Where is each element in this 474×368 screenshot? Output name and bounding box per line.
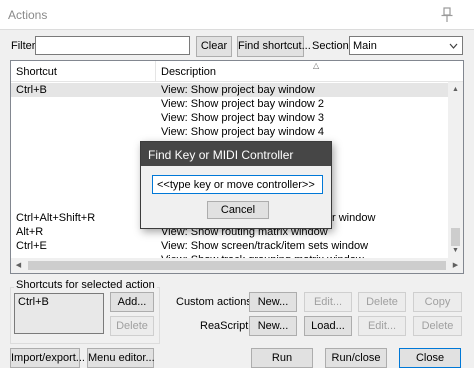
reascript-edit-button[interactable]: Edit... [358,316,406,336]
sort-ascending-icon: △ [313,61,320,70]
list-header: Shortcut Description △ [11,61,463,82]
section-label: Section: [312,40,352,52]
add-shortcut-button[interactable]: Add... [110,292,154,312]
horizontal-scroll-thumb[interactable] [28,261,446,270]
shortcuts-group-label: Shortcuts for selected action [14,279,157,291]
custom-action-copy-button[interactable]: Copy [413,292,462,312]
run-button[interactable]: Run [251,348,313,368]
key-capture-input[interactable]: <<type key or move controller>> [152,175,323,194]
find-shortcut-button[interactable]: Find shortcut... [237,36,311,57]
row-shortcut: Ctrl+B [16,84,47,96]
scroll-right-icon[interactable]: ▶ [448,258,463,273]
scroll-down-icon[interactable]: ▼ [448,243,463,258]
dialog-cancel-button[interactable]: Cancel [207,201,269,219]
clear-button[interactable]: Clear [196,36,232,57]
reascript-label: ReaScript: [200,320,252,332]
reascript-delete-button[interactable]: Delete [413,316,462,336]
reascript-new-button[interactable]: New... [249,316,297,336]
custom-action-new-button[interactable]: New... [249,292,297,312]
row-description: View: Show project bay window 4 [161,126,325,138]
custom-actions-label: Custom actions: [176,296,255,308]
horizontal-scrollbar[interactable]: ◀ ▶ [11,258,463,273]
column-separator [155,61,156,82]
section-select-value: Main [353,40,377,52]
row-description: View: Show project bay window [161,84,315,96]
vertical-scrollbar[interactable]: ▲ ▼ [448,82,463,258]
pin-icon[interactable] [440,7,454,23]
title-bar: Actions [0,0,474,30]
column-header-description[interactable]: Description [161,66,216,78]
scroll-left-icon[interactable]: ◀ [11,258,26,273]
row-shortcut: Ctrl+Alt+Shift+R [16,212,96,224]
table-row[interactable]: View: Show project bay window 3 [11,111,448,125]
table-row[interactable]: Ctrl+E View: Show screen/track/item sets… [11,239,448,253]
table-row[interactable]: View: Show project bay window 4 [11,125,448,139]
row-description: View: Show screen/track/item sets window [161,240,369,252]
column-header-shortcut[interactable]: Shortcut [16,66,57,78]
import-export-button[interactable]: Import/export... [10,348,85,368]
row-shortcut: Ctrl+E [16,240,47,252]
window-title: Actions [8,8,48,22]
dialog-title: Find Key or MIDI Controller [141,142,331,166]
table-row[interactable]: Ctrl+B View: Show project bay window [11,83,448,97]
section-select[interactable]: Main [349,36,463,55]
scroll-up-icon[interactable]: ▲ [448,82,463,97]
list-item[interactable]: Ctrl+B [18,296,49,308]
delete-shortcut-button[interactable]: Delete [110,316,154,336]
close-button[interactable]: Close [399,348,461,368]
shortcut-list[interactable]: Ctrl+B [14,293,104,334]
filter-input[interactable] [35,36,190,55]
table-row[interactable]: View: Show project bay window 2 [11,97,448,111]
run-close-button[interactable]: Run/close [325,348,387,368]
row-description: View: Show project bay window 2 [161,98,325,110]
row-description: View: Show project bay window 3 [161,112,325,124]
row-shortcut: Alt+R [16,226,44,238]
find-key-dialog: Find Key or MIDI Controller <<type key o… [140,141,332,229]
custom-action-edit-button[interactable]: Edit... [304,292,352,312]
custom-action-delete-button[interactable]: Delete [358,292,406,312]
menu-editor-button[interactable]: Menu editor... [87,348,155,368]
chevron-down-icon [449,43,458,49]
reascript-load-button[interactable]: Load... [304,316,352,336]
